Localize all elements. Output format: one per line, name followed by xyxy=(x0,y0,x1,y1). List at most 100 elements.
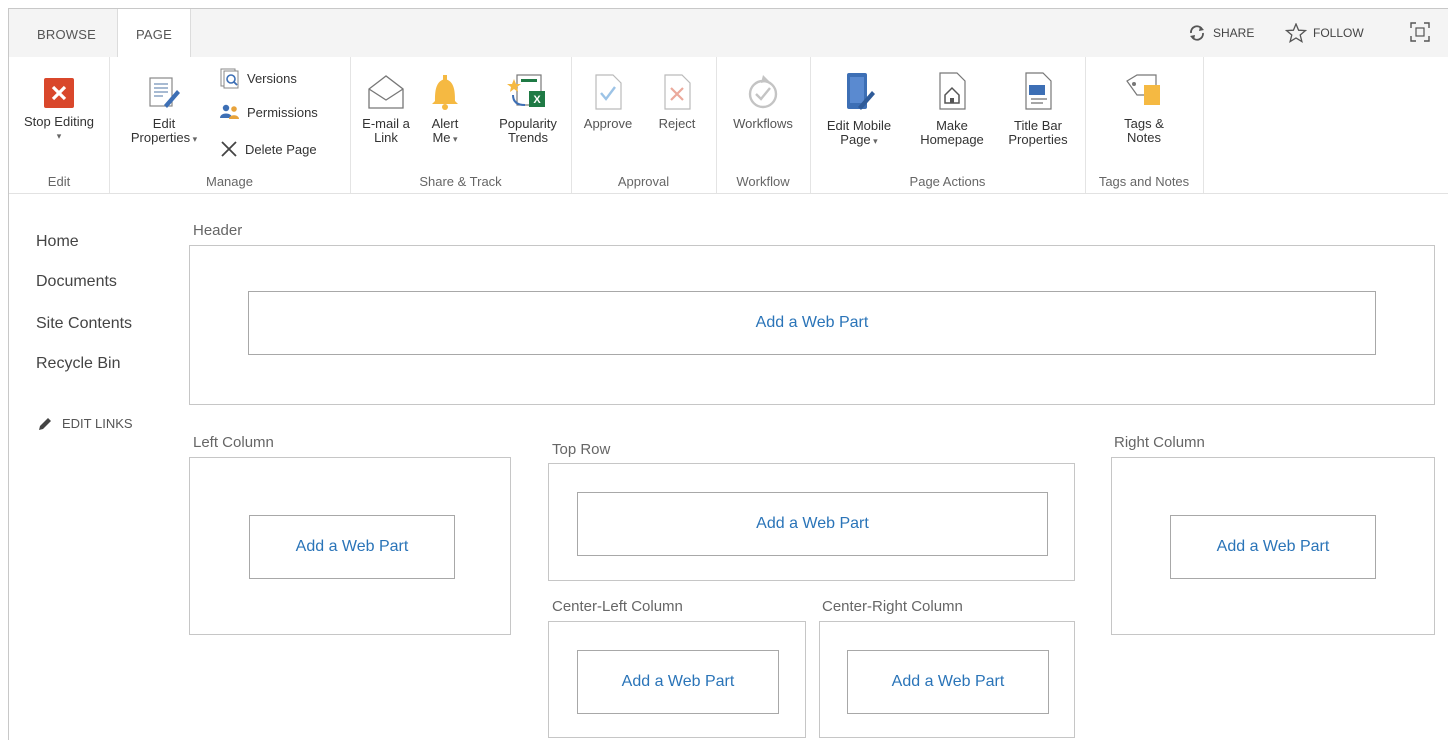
reject-label: Reject xyxy=(658,116,696,131)
add-web-part-top-row[interactable]: Add a Web Part xyxy=(577,492,1048,556)
add-web-part-header[interactable]: Add a Web Part xyxy=(248,291,1376,355)
group-share-track: E-mail a Link Alert Me ▾ X Popularity Tr… xyxy=(350,57,572,193)
ribbon: Stop Editing ▾ Edit Edit Properties ▾ Ve… xyxy=(9,57,1448,194)
edit-properties-icon xyxy=(149,77,180,108)
group-edit: Stop Editing ▾ Edit xyxy=(9,57,110,193)
delete-icon xyxy=(221,141,237,157)
versions-button[interactable]: Versions xyxy=(219,67,297,89)
workflows-button[interactable]: Workflows xyxy=(720,73,806,131)
reject-icon xyxy=(664,74,691,110)
zone-label-right-column: Right Column xyxy=(1114,434,1205,451)
mobile-label-1: Edit Mobile xyxy=(826,118,892,133)
zone-header: Add a Web Part xyxy=(189,245,1435,405)
follow-button[interactable]: FOLLOW xyxy=(1285,23,1364,43)
approve-label: Approve xyxy=(583,116,633,131)
add-web-part-left-column[interactable]: Add a Web Part xyxy=(249,515,455,579)
nav-item-documents[interactable]: Documents xyxy=(36,273,117,291)
homepage-label-2: Homepage xyxy=(920,132,984,147)
share-icon xyxy=(1190,25,1204,41)
title-bar-label-2: Properties xyxy=(1008,132,1068,147)
delete-page-button[interactable]: Delete Page xyxy=(219,139,317,159)
zone-center-right-column: Add a Web Part xyxy=(819,621,1075,738)
edit-mobile-page-button[interactable]: Edit Mobile Page ▾ xyxy=(812,71,906,148)
share-label: SHARE xyxy=(1213,26,1255,40)
permissions-label: Permissions xyxy=(247,104,318,120)
follow-label: FOLLOW xyxy=(1313,26,1364,40)
stop-editing-button[interactable]: Stop Editing ▾ xyxy=(9,77,109,143)
versions-label: Versions xyxy=(247,70,297,86)
reject-button[interactable]: Reject xyxy=(647,73,707,131)
email-label-1: E-mail a xyxy=(362,116,410,131)
edit-properties-label-1: Edit xyxy=(152,116,176,131)
group-label-workflow: Workflow xyxy=(736,174,790,189)
group-manage: Edit Properties ▾ Versions Permissions D… xyxy=(109,57,351,193)
focus-on-content-button[interactable] xyxy=(1409,21,1431,43)
title-bar-properties-icon xyxy=(1025,72,1052,110)
delete-page-label: Delete Page xyxy=(245,141,317,157)
email-link-button[interactable]: E-mail a Link xyxy=(356,73,416,145)
group-tags-notes: Tags & Notes Tags and Notes xyxy=(1085,57,1204,193)
permissions-icon xyxy=(220,104,239,119)
tags-label-1: Tags & xyxy=(1124,116,1164,131)
zone-label-top-row: Top Row xyxy=(552,441,611,458)
add-web-part-center-right[interactable]: Add a Web Part xyxy=(847,650,1049,714)
edit-properties-button[interactable]: Edit Properties ▾ xyxy=(119,75,209,146)
popularity-label-2: Trends xyxy=(508,130,548,145)
alert-label-1: Alert xyxy=(431,116,459,131)
group-label-manage: Manage xyxy=(206,174,253,189)
tags-label-2: Notes xyxy=(1127,130,1161,145)
share-button[interactable]: SHARE xyxy=(1187,23,1254,43)
make-homepage-button[interactable]: Make Homepage xyxy=(910,71,994,147)
workflow-icon xyxy=(748,75,778,109)
zone-label-center-right-column: Center-Right Column xyxy=(822,598,963,615)
zone-top-row: Add a Web Part xyxy=(548,463,1075,581)
chevron-down-icon: ▾ xyxy=(870,136,878,146)
bell-icon xyxy=(432,75,458,110)
nav-item-site-contents[interactable]: Site Contents xyxy=(36,315,132,333)
chevron-down-icon: ▾ xyxy=(56,131,62,141)
zone-label-center-left-column: Center-Left Column xyxy=(552,598,683,615)
title-bar-label-1: Title Bar xyxy=(1014,118,1062,133)
pencil-icon xyxy=(39,417,51,430)
zone-center-left-column: Add a Web Part xyxy=(548,621,806,738)
add-web-part-right-column[interactable]: Add a Web Part xyxy=(1170,515,1376,579)
workflows-label: Workflows xyxy=(733,116,793,131)
star-icon xyxy=(1285,23,1307,43)
tags-notes-button[interactable]: Tags & Notes xyxy=(1089,73,1199,145)
title-bar-properties-button[interactable]: Title Bar Properties xyxy=(996,71,1080,147)
stop-editing-label: Stop Editing xyxy=(23,114,95,129)
stop-editing-icon xyxy=(44,78,74,108)
approve-icon xyxy=(595,74,622,110)
email-icon xyxy=(368,75,404,109)
edit-properties-label-2: Properties xyxy=(130,130,191,145)
zone-right-column: Add a Web Part xyxy=(1111,457,1435,635)
permissions-button[interactable]: Permissions xyxy=(219,103,318,121)
group-approval: Approve Reject Approval xyxy=(571,57,717,193)
edit-links-button[interactable]: EDIT LINKS xyxy=(38,416,133,431)
mobile-page-icon xyxy=(847,73,875,110)
approve-button[interactable]: Approve xyxy=(575,73,641,131)
group-label-approval: Approval xyxy=(617,174,670,189)
zone-label-header: Header xyxy=(193,222,243,239)
email-label-2: Link xyxy=(374,130,398,145)
svg-text:X: X xyxy=(533,94,541,106)
nav-item-home[interactable]: Home xyxy=(36,233,79,251)
versions-icon xyxy=(220,68,239,89)
tag-icon xyxy=(1126,74,1160,105)
mobile-label-2: Page xyxy=(840,132,871,147)
alert-me-button[interactable]: Alert Me ▾ xyxy=(420,73,470,146)
group-label-share-track: Share & Track xyxy=(419,174,502,189)
chevron-down-icon: ▾ xyxy=(190,134,198,144)
homepage-label-1: Make xyxy=(936,118,968,133)
add-web-part-center-left[interactable]: Add a Web Part xyxy=(577,650,779,714)
group-page-actions: Edit Mobile Page ▾ Make Homepage Title B… xyxy=(810,57,1086,193)
tab-browse[interactable]: BROWSE xyxy=(19,9,114,57)
tab-page[interactable]: PAGE xyxy=(117,9,191,58)
popularity-label-1: Popularity xyxy=(499,116,557,131)
edit-links-label: EDIT LINKS xyxy=(62,416,133,431)
alert-label-2: Me xyxy=(432,130,451,145)
nav-item-recycle-bin[interactable]: Recycle Bin xyxy=(36,355,120,373)
group-label-tags-notes: Tags and Notes xyxy=(1098,174,1190,189)
homepage-icon xyxy=(939,72,966,110)
popularity-trends-button[interactable]: X Popularity Trends xyxy=(490,73,566,145)
